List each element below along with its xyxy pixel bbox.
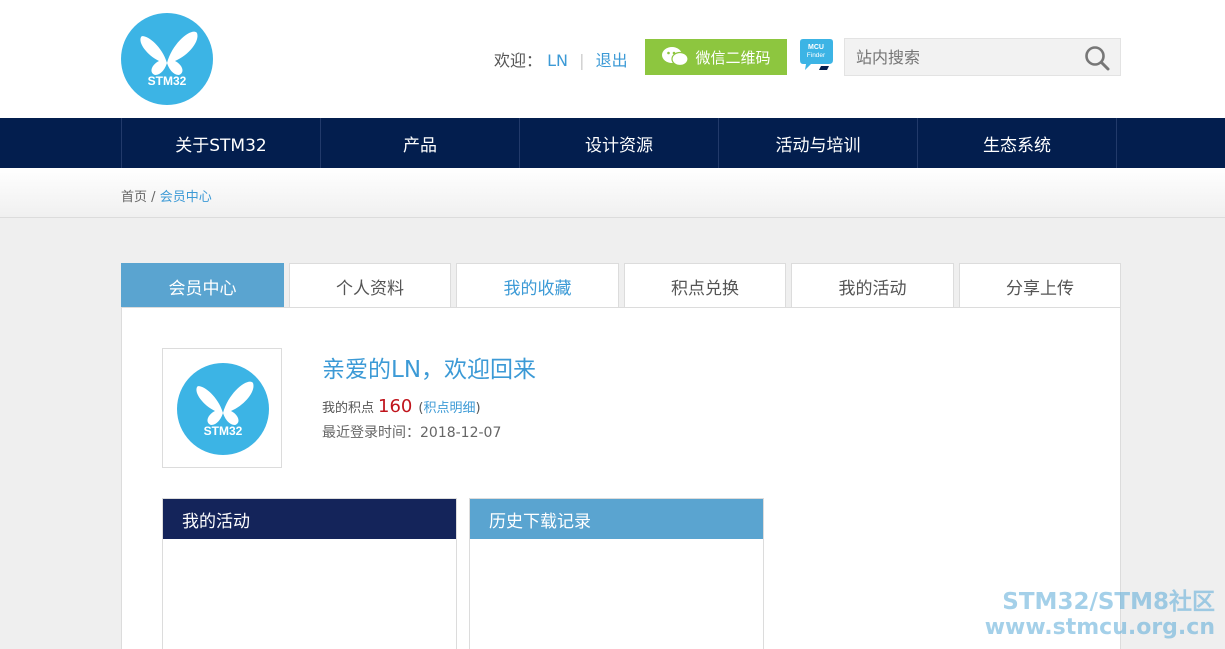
search-icon[interactable]	[1084, 45, 1110, 71]
avatar[interactable]: STM32	[162, 348, 282, 468]
wechat-icon	[662, 47, 690, 67]
site-header: STM32 欢迎： LN | 退出 微信二维码 MCU Finder	[0, 0, 1225, 118]
svg-text:Finder: Finder	[807, 52, 826, 59]
nav-item-events-training[interactable]: 活动与培训	[718, 118, 917, 168]
avatar-logo-text: STM32	[204, 424, 243, 438]
mcu-finder-badge[interactable]: MCU Finder	[797, 38, 835, 72]
logo-text: STM32	[148, 74, 187, 88]
breadcrumb-divider: /	[151, 190, 156, 205]
wechat-qr-label: 微信二维码	[695, 48, 771, 67]
points-value: 160	[378, 396, 413, 417]
welcome-label: 欢迎：	[494, 51, 543, 70]
tab-favorites[interactable]: 我的收藏	[456, 263, 619, 308]
search-input[interactable]	[845, 39, 1075, 75]
search-box	[844, 38, 1121, 76]
logout-link[interactable]: 退出	[596, 51, 628, 70]
stm32-logo[interactable]: STM32	[121, 13, 213, 105]
download-history-title: 历史下载记录	[470, 499, 763, 539]
points-detail-link[interactable]: 积点明细	[423, 401, 475, 416]
last-login-time: 最近登录时间：2018-12-07	[322, 425, 502, 441]
points-summary: 我的积点 160 (积点明细)	[322, 396, 481, 417]
butterfly-icon: STM32	[140, 31, 198, 88]
mcu-finder-icon: MCU Finder	[800, 39, 833, 70]
member-center-content: STM32 亲爱的LN，欢迎回来 我的积点 160 (积点明细) 最近登录时间：20…	[121, 307, 1121, 649]
svg-text:MCU: MCU	[808, 44, 824, 51]
tab-member-center[interactable]: 会员中心	[121, 263, 284, 308]
nav-item-design-resources[interactable]: 设计资源	[519, 118, 718, 168]
nav-item-products[interactable]: 产品	[320, 118, 519, 168]
avatar-logo: STM32	[177, 363, 269, 455]
tab-share-upload[interactable]: 分享上传	[959, 263, 1121, 308]
watermark-line-2: www.stmcu.org.cn	[984, 615, 1215, 640]
watermark-line-1: STM32/STM8社区	[1002, 589, 1215, 615]
my-activities-panel: 我的活动	[162, 498, 457, 649]
download-history-panel: 历史下载记录	[469, 498, 764, 649]
my-activities-title: 我的活动	[163, 499, 456, 539]
welcome-bar: 欢迎： LN | 退出	[494, 47, 628, 71]
site-watermark: STM32/STM8社区 www.stmcu.org.cn	[984, 589, 1215, 641]
breadcrumb-current[interactable]: 会员中心	[160, 190, 212, 205]
points-label: 我的积点	[322, 401, 375, 416]
username-link[interactable]: LN	[547, 51, 568, 70]
breadcrumb: 首页 / 会员中心	[121, 186, 212, 205]
main-nav: 关于STM32 产品 设计资源 活动与培训 生态系统	[0, 118, 1225, 168]
points-detail-close: )	[475, 401, 481, 416]
nav-item-about[interactable]: 关于STM32	[121, 118, 320, 168]
welcome-separator: |	[579, 51, 585, 70]
tab-my-activities[interactable]: 我的活动	[791, 263, 954, 308]
breadcrumb-bar: 首页 / 会员中心	[0, 168, 1225, 218]
nav-item-ecosystem[interactable]: 生态系统	[917, 118, 1116, 168]
tab-points-exchange[interactable]: 积点兑换	[624, 263, 786, 308]
breadcrumb-home[interactable]: 首页	[121, 190, 147, 205]
butterfly-icon: STM32	[196, 381, 254, 438]
wechat-qr-button[interactable]: 微信二维码	[645, 39, 787, 75]
tab-profile[interactable]: 个人资料	[289, 263, 451, 308]
nav-divider	[1116, 118, 1117, 168]
welcome-greeting: 亲爱的LN，欢迎回来	[322, 357, 537, 383]
